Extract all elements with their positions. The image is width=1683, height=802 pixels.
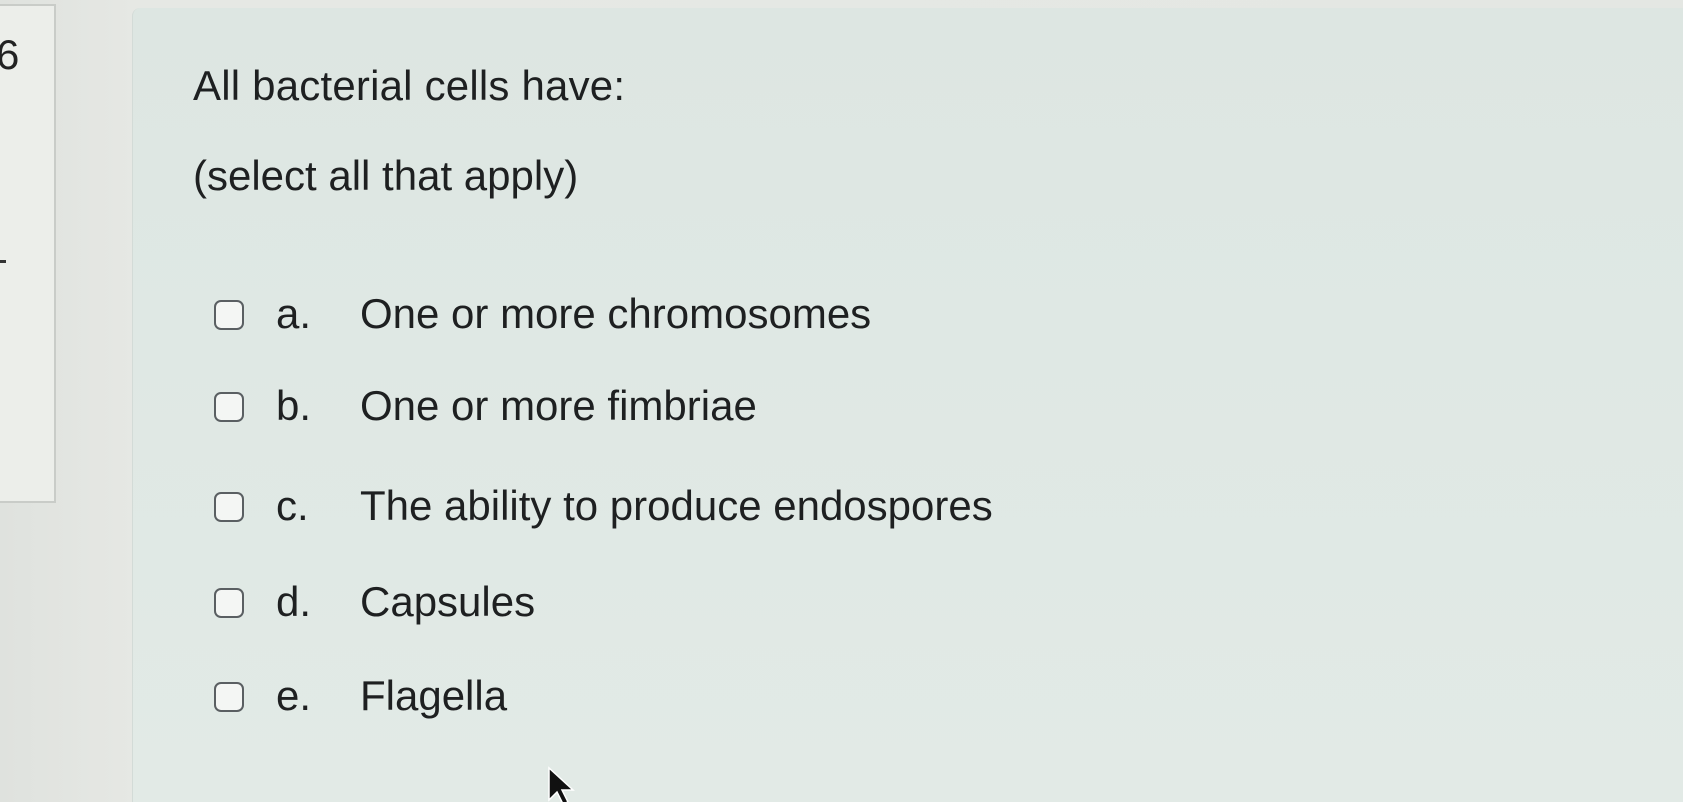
option-b[interactable]: b. One or more fimbriae <box>210 382 1210 442</box>
question-instruction: (select all that apply) <box>193 152 579 199</box>
option-label: Flagella <box>360 672 508 719</box>
checkbox-icon[interactable] <box>214 392 244 422</box>
question-title: All bacterial cells have: <box>193 62 626 109</box>
option-letter: d. <box>276 578 312 625</box>
mouse-pointer-icon <box>548 766 575 802</box>
checkbox-icon[interactable] <box>214 300 244 330</box>
option-label: Capsules <box>360 578 536 625</box>
page: 6 All bacterial cells have: (select all … <box>0 0 1683 802</box>
option-label: The ability to produce endospores <box>360 482 993 529</box>
option-letter: b. <box>276 382 312 429</box>
checkbox-icon[interactable] <box>214 492 244 522</box>
checkbox-icon[interactable] <box>214 588 244 618</box>
option-label: One or more chromosomes <box>360 290 872 337</box>
option-e[interactable]: e. Flagella <box>210 672 1210 732</box>
option-letter: c. <box>276 482 309 529</box>
option-letter: e. <box>276 672 312 719</box>
previous-question-panel: 6 <box>0 4 56 503</box>
checkbox-icon[interactable] <box>214 682 244 712</box>
question-number-fragment: 6 <box>0 31 20 78</box>
option-c[interactable]: c. The ability to produce endospores <box>210 482 1210 542</box>
option-letter: a. <box>276 290 312 337</box>
option-d[interactable]: d. Capsules <box>210 578 1210 638</box>
option-a[interactable]: a. One or more chromosomes <box>210 290 1210 350</box>
option-label: One or more fimbriae <box>360 382 757 429</box>
panel-tick-mark <box>0 260 6 263</box>
